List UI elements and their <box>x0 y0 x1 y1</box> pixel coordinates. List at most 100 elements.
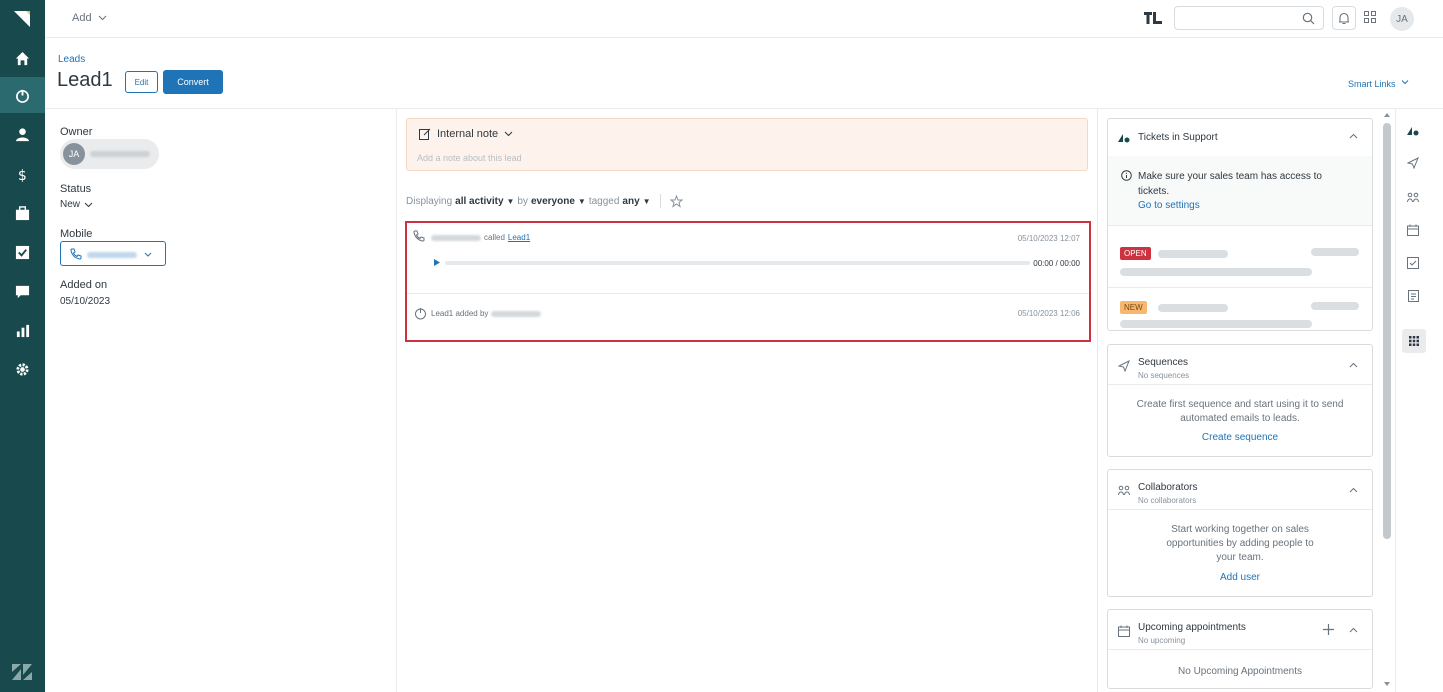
home-icon[interactable] <box>0 40 45 76</box>
audio-progress-bar[interactable] <box>445 261 1030 265</box>
edit-note-icon <box>419 128 431 140</box>
status-dropdown[interactable]: New <box>60 199 93 210</box>
page-title: Lead1 <box>57 69 113 91</box>
user-filter[interactable]: everyone <box>531 196 575 207</box>
note-editor[interactable]: Internal note Add a note about this lead <box>406 118 1088 171</box>
collaborators-subtitle: No collaborators <box>1138 496 1197 505</box>
zendesk-support-icon[interactable] <box>1405 122 1421 138</box>
smart-links-button[interactable]: Smart Links <box>1348 79 1409 89</box>
chevron-up-icon[interactable] <box>1349 627 1358 633</box>
deals-icon[interactable]: $ <box>0 156 45 192</box>
lead-added-icon <box>415 308 426 320</box>
apps-grid-icon[interactable] <box>1364 11 1376 23</box>
add-user-link[interactable]: Add user <box>1108 572 1372 583</box>
sequences-header[interactable]: Sequences No sequences <box>1108 345 1372 385</box>
sequences-empty-text: Create first sequence and start using it… <box>1136 399 1344 424</box>
loading-placeholder <box>1311 302 1359 310</box>
add-label: Add <box>72 12 92 24</box>
note-placeholder[interactable]: Add a note about this lead <box>417 153 522 163</box>
star-icon[interactable] <box>669 194 683 208</box>
note-type-label: Internal note <box>437 128 499 140</box>
chevron-up-icon[interactable] <box>1349 362 1358 368</box>
top-bar: Add JA <box>45 0 1443 38</box>
plus-icon[interactable] <box>1323 624 1334 635</box>
edit-button[interactable]: Edit <box>125 71 158 93</box>
people-icon[interactable] <box>1405 189 1421 205</box>
activity-feed: Internal note Add a note about this lead… <box>397 109 1096 692</box>
settings-icon[interactable] <box>0 351 45 387</box>
new-badge: NEW <box>1120 301 1147 314</box>
calendar-icon <box>1118 625 1130 637</box>
scroll-up-arrow-icon[interactable] <box>1384 113 1390 117</box>
filter-tagged-label: tagged <box>588 195 620 207</box>
reports-icon[interactable] <box>0 312 45 348</box>
leads-icon[interactable] <box>0 77 45 113</box>
tickets-info-text: Make sure your sales team has access to … <box>1138 171 1322 197</box>
info-icon <box>1121 170 1132 181</box>
tickets-info: Make sure your sales team has access to … <box>1108 156 1372 226</box>
calendar-icon[interactable] <box>1405 222 1421 238</box>
chevron-up-icon[interactable] <box>1349 487 1358 493</box>
tag-filter[interactable]: any <box>622 196 639 207</box>
go-to-settings-link[interactable]: Go to settings <box>1138 200 1200 211</box>
call-description: called Lead1 <box>431 233 530 242</box>
sell-logo-icon[interactable] <box>14 9 32 27</box>
call-activity: called Lead1 05/10/2023 12:07 00:00 / 00… <box>407 223 1089 294</box>
scrollbar[interactable] <box>1381 109 1393 692</box>
page-header: Leads Lead1 Edit Convert Smart Links <box>45 38 1443 109</box>
checkbox-task-icon[interactable] <box>1405 255 1421 271</box>
chevron-up-icon[interactable] <box>1349 133 1358 139</box>
divider <box>659 194 661 208</box>
activity-filter: Displaying all activity ▼ by everyone ▼ ta… <box>406 194 683 208</box>
contacts-icon[interactable] <box>0 116 45 152</box>
add-button[interactable]: Add <box>72 12 107 24</box>
scroll-down-arrow-icon[interactable] <box>1384 682 1390 686</box>
communication-icon[interactable] <box>0 273 45 309</box>
svg-text:$: $ <box>18 168 27 182</box>
collaborators-title: Collaborators <box>1138 482 1198 493</box>
document-icon[interactable] <box>1405 288 1421 304</box>
loading-placeholder <box>1311 248 1359 256</box>
smart-links-label: Smart Links <box>1348 79 1396 89</box>
loading-placeholder <box>1158 304 1228 312</box>
search-input[interactable] <box>1174 6 1324 30</box>
note-type-dropdown[interactable]: Internal note <box>419 128 513 140</box>
lead-link[interactable]: Lead1 <box>508 233 530 242</box>
lead-added-text: Lead1 added by <box>431 309 489 318</box>
products-icon[interactable] <box>0 195 45 231</box>
tickets-panel: Tickets in Support Make sure your sales … <box>1107 118 1373 331</box>
convert-button[interactable]: Convert <box>163 70 223 94</box>
send-icon[interactable] <box>1405 155 1421 171</box>
loading-placeholder <box>1120 268 1312 276</box>
lead-added-timestamp: 05/10/2023 12:06 <box>1017 309 1080 318</box>
play-icon[interactable] <box>434 259 440 266</box>
added-on-value: 05/10/2023 <box>60 296 111 307</box>
collaborators-header[interactable]: Collaborators No collaborators <box>1108 470 1372 510</box>
people-icon <box>1118 485 1130 496</box>
user-avatar[interactable]: JA <box>1390 7 1414 31</box>
caret-down-icon[interactable]: ▼ <box>643 197 651 206</box>
activity-type-filter[interactable]: all activity <box>455 196 503 207</box>
loading-placeholder <box>1158 250 1228 258</box>
tickets-header[interactable]: Tickets in Support <box>1108 119 1372 156</box>
tasks-icon[interactable] <box>0 234 45 270</box>
open-badge: OPEN <box>1120 247 1151 260</box>
appointments-empty-text: No Upcoming Appointments <box>1178 666 1302 677</box>
create-sequence-link[interactable]: Create sequence <box>1108 432 1372 443</box>
tl-logo-icon[interactable] <box>1144 10 1162 26</box>
caret-down-icon[interactable]: ▼ <box>507 197 515 206</box>
owner-avatar: JA <box>63 143 85 165</box>
caret-down-icon[interactable]: ▼ <box>578 197 586 206</box>
owner-selector[interactable]: JA <box>60 139 159 169</box>
mobile-call-button[interactable] <box>60 241 166 266</box>
zendesk-logo-icon[interactable] <box>12 664 32 680</box>
chevron-down-icon <box>1401 80 1408 85</box>
notifications-button[interactable] <box>1332 6 1356 30</box>
appointments-title: Upcoming appointments <box>1138 622 1246 633</box>
appointments-header[interactable]: Upcoming appointments No upcoming <box>1108 610 1372 650</box>
scrollbar-thumb[interactable] <box>1383 123 1391 539</box>
apps-grid-icon[interactable] <box>1402 329 1426 353</box>
breadcrumb[interactable]: Leads <box>58 54 85 65</box>
search-icon[interactable] <box>1302 12 1315 25</box>
mobile-label: Mobile <box>60 228 93 240</box>
